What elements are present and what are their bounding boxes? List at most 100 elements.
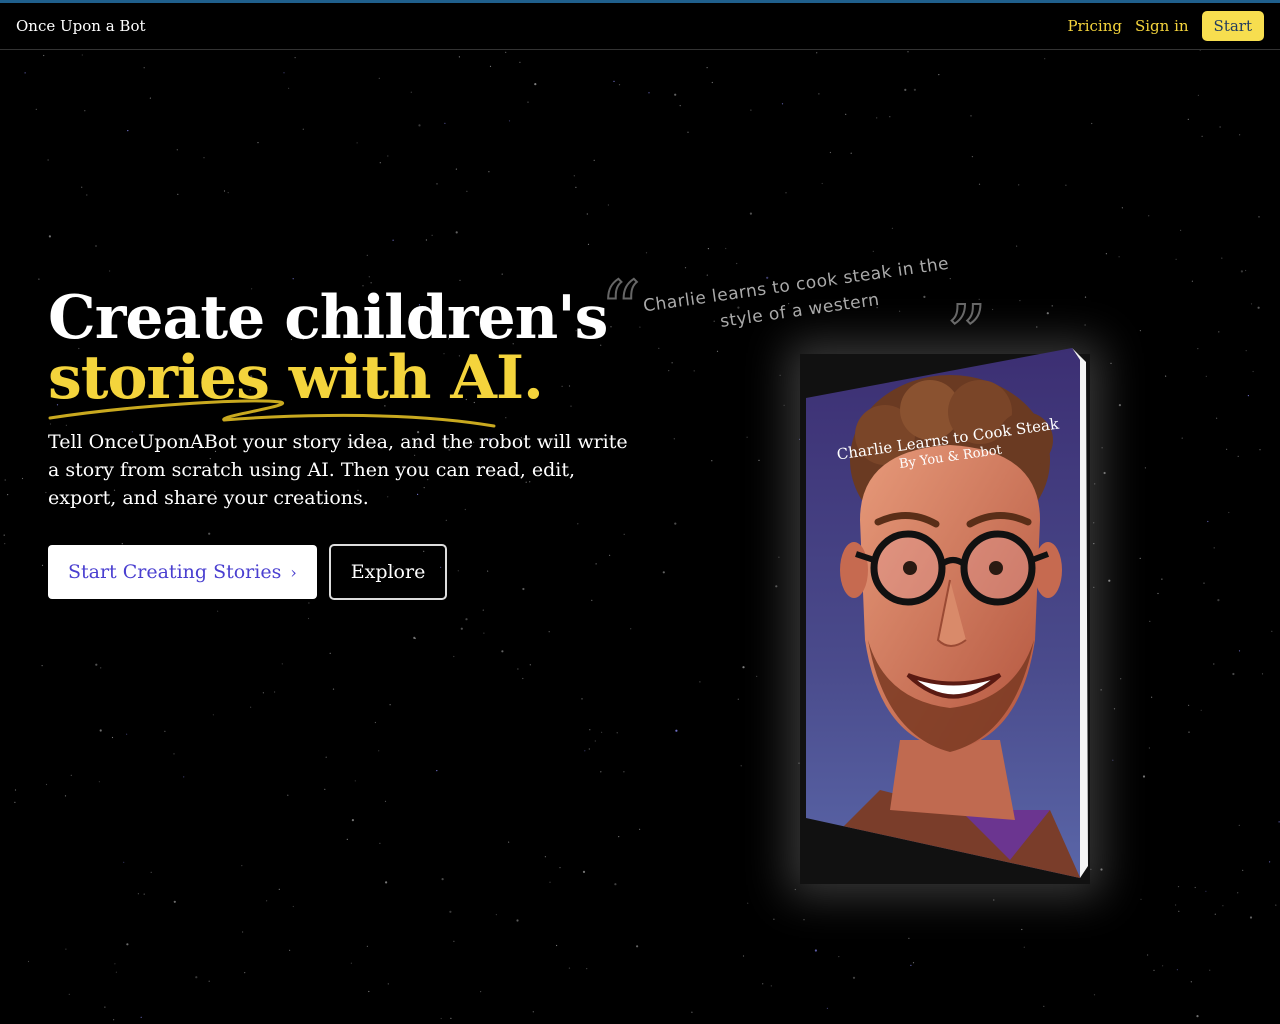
star — [480, 991, 482, 993]
star — [749, 212, 753, 215]
star — [278, 888, 280, 891]
star — [1196, 1015, 1199, 1018]
star — [35, 108, 37, 110]
star — [113, 1019, 115, 1021]
star — [1190, 981, 1192, 983]
star — [1162, 965, 1164, 967]
star — [872, 250, 874, 252]
star — [891, 227, 894, 229]
nav-start-button[interactable]: Start — [1201, 11, 1264, 41]
star — [368, 990, 370, 993]
star — [544, 856, 547, 858]
star — [223, 190, 226, 192]
star — [1222, 905, 1224, 907]
explore-button[interactable]: Explore — [328, 544, 448, 600]
star — [594, 740, 596, 742]
star — [450, 1017, 452, 1020]
star — [288, 87, 290, 89]
star — [307, 617, 310, 620]
star — [1218, 331, 1220, 333]
star — [1175, 904, 1177, 906]
star — [639, 828, 641, 830]
nav-pricing-link[interactable]: Pricing — [1067, 17, 1122, 35]
star — [673, 438, 675, 440]
star — [1205, 890, 1207, 892]
star — [346, 838, 348, 841]
star — [556, 944, 558, 947]
star — [453, 940, 455, 942]
star — [292, 905, 294, 908]
star — [1247, 395, 1249, 397]
star — [508, 120, 511, 122]
star — [104, 1006, 106, 1008]
brand-logo[interactable]: Once Upon a Bot — [16, 17, 146, 35]
book-preview[interactable]: Charlie Learns to Cook Steak By You & Ro… — [790, 340, 1110, 900]
star — [183, 776, 185, 778]
star — [283, 72, 285, 74]
star — [266, 900, 268, 902]
star — [889, 116, 891, 118]
star — [257, 142, 259, 144]
navbar: Once Upon a Bot Pricing Sign in Start — [0, 3, 1280, 50]
star — [662, 571, 665, 574]
star — [1144, 467, 1146, 469]
star — [785, 192, 787, 194]
star — [913, 88, 917, 91]
star — [1148, 747, 1150, 749]
star — [505, 51, 507, 53]
star — [1237, 455, 1239, 457]
star — [350, 962, 352, 964]
star — [177, 193, 179, 195]
star — [466, 190, 468, 192]
star — [527, 101, 529, 103]
star — [826, 1007, 829, 1010]
star — [845, 113, 847, 115]
star — [1209, 969, 1211, 971]
star — [762, 983, 764, 985]
star — [368, 276, 370, 278]
star — [366, 945, 368, 947]
star — [274, 691, 276, 693]
star — [217, 610, 219, 612]
star — [1242, 869, 1244, 872]
star — [459, 279, 461, 281]
star — [3, 534, 5, 536]
star — [431, 234, 433, 236]
star — [783, 404, 785, 406]
star — [45, 783, 48, 786]
star — [1240, 270, 1243, 273]
star — [559, 867, 561, 869]
star — [758, 459, 760, 461]
start-creating-stories-button[interactable]: Start Creating Stories › — [48, 545, 317, 599]
star — [86, 194, 88, 196]
hero-section: Create children's stories with AI. Tell … — [48, 288, 648, 600]
star — [111, 736, 114, 739]
star — [24, 72, 26, 74]
star — [329, 652, 331, 654]
star — [81, 54, 83, 56]
star — [778, 556, 780, 558]
star — [1257, 306, 1260, 309]
star — [1249, 916, 1253, 919]
star — [1250, 303, 1253, 305]
star — [593, 159, 595, 161]
star — [140, 1016, 142, 1018]
star — [292, 278, 294, 280]
star — [707, 248, 710, 250]
star — [465, 618, 468, 621]
nav-sign-in-link[interactable]: Sign in — [1135, 17, 1189, 35]
star — [737, 698, 739, 700]
star — [630, 628, 632, 630]
star — [508, 841, 510, 843]
star — [501, 273, 503, 275]
star — [7, 494, 9, 496]
star — [1110, 362, 1112, 364]
star — [1207, 520, 1209, 523]
star — [575, 186, 577, 188]
star — [1188, 704, 1190, 706]
star — [41, 564, 44, 567]
star — [387, 983, 389, 985]
star — [1112, 759, 1114, 761]
star — [453, 655, 455, 658]
star — [803, 919, 805, 921]
